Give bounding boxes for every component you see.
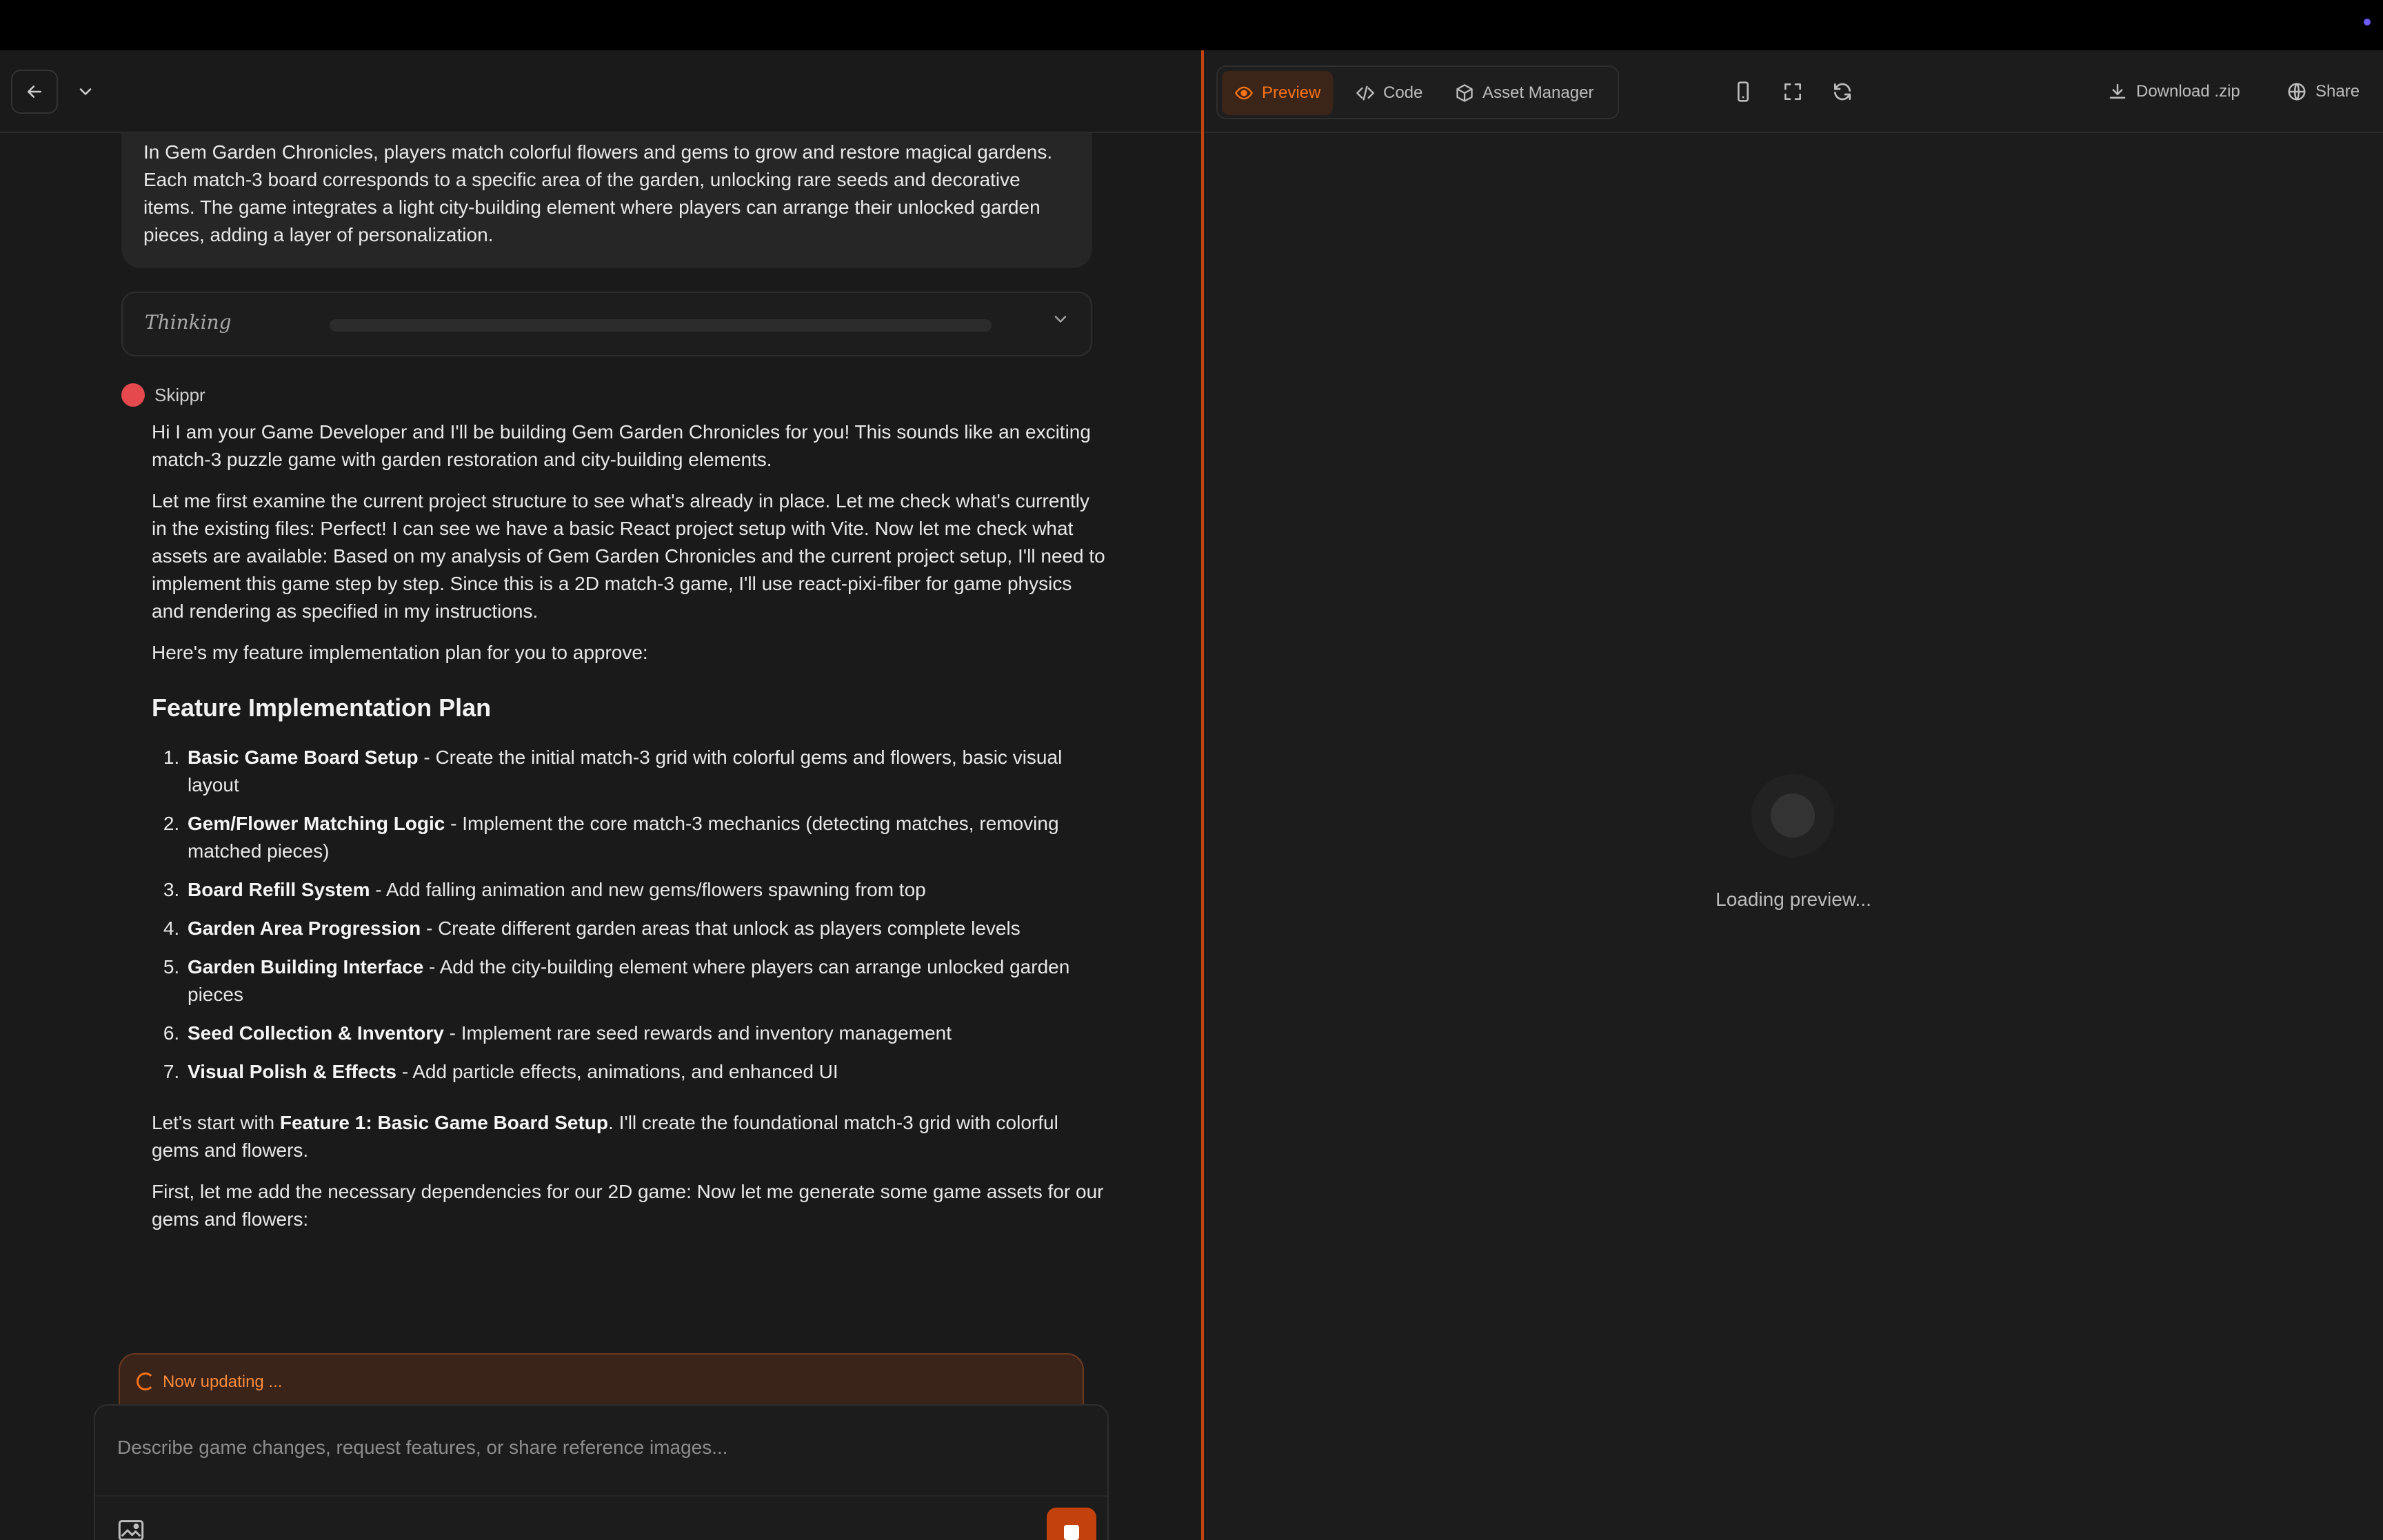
list-item: Visual Polish & Effects - Add particle e… (185, 1058, 1107, 1086)
view-tabs: Preview Code Asset Manager (1216, 65, 1619, 119)
share-label: Share (2315, 82, 2360, 101)
preview-panel: Preview Code Asset Manager Download .zip (1204, 50, 2383, 1540)
share-button[interactable]: Share (2286, 71, 2360, 112)
list-item: Board Refill System - Add falling animat… (185, 876, 1107, 904)
plan-item-desc: - Add particle effects, animations, and … (396, 1061, 838, 1082)
fullscreen-button[interactable] (1782, 81, 1804, 103)
chevron-down-icon (1051, 310, 1070, 334)
back-button[interactable] (11, 70, 58, 114)
assistant-message: Skippr Hi I am your Game Developer and I… (121, 381, 1107, 1247)
tab-asset-manager[interactable]: Asset Manager (1442, 71, 1606, 115)
plan-intro: Here's my feature implementation plan fo… (152, 642, 648, 663)
mobile-view-button[interactable] (1732, 81, 1754, 103)
user-message: In Gem Garden Chronicles, players match … (121, 133, 1092, 268)
list-item: Garden Area Progression - Create differe… (185, 915, 1107, 942)
image-icon (118, 1520, 144, 1540)
list-item: Seed Collection & Inventory - Implement … (185, 1020, 1107, 1047)
list-item: Garden Building Interface - Add the city… (185, 953, 1107, 1009)
plan-heading: Feature Implementation Plan (152, 693, 492, 722)
refresh-icon (1834, 83, 1851, 101)
refresh-button[interactable] (1831, 81, 1853, 103)
start-pre: Let's start with (152, 1112, 280, 1133)
os-top-bar (0, 0, 2383, 50)
tab-preview-label: Preview (1262, 83, 1321, 102)
thinking-preview-blurred (330, 319, 992, 332)
tab-code-label: Code (1383, 83, 1423, 102)
download-icon (2109, 83, 2126, 99)
loading-spinner-core (1771, 793, 1815, 838)
plan-item-title: Basic Game Board Setup (188, 747, 419, 768)
plan-item-title: Garden Area Progression (188, 918, 421, 939)
assistant-author: Skippr (121, 381, 1107, 409)
attach-image-button[interactable] (117, 1519, 145, 1540)
list-item: Gem/Flower Matching Logic - Implement th… (185, 810, 1107, 865)
tab-code[interactable]: Code (1343, 71, 1435, 115)
plan-list: Basic Game Board Setup - Create the init… (185, 744, 1107, 1086)
stop-generation-button[interactable] (1047, 1508, 1096, 1540)
chevron-down-icon (79, 88, 92, 95)
tab-preview[interactable]: Preview (1222, 71, 1334, 115)
start-feature-text: Let's start with Feature 1: Basic Game B… (152, 1109, 1107, 1164)
list-item: Basic Game Board Setup - Create the init… (185, 744, 1107, 799)
start-feature-bold: Feature 1: Basic Game Board Setup (279, 1112, 609, 1133)
plan-item-title: Garden Building Interface (188, 956, 424, 977)
plan-item-title: Board Refill System (188, 879, 370, 900)
plan-item-desc: - Add falling animation and new gems/flo… (370, 879, 926, 900)
download-label: Download .zip (2136, 82, 2240, 101)
plan-item-title: Seed Collection & Inventory (188, 1022, 444, 1044)
updating-status-bar: Now updating ... (119, 1353, 1084, 1411)
spinner-icon (137, 1372, 154, 1390)
status-dot-icon (2364, 19, 2371, 26)
dependencies-text: First, let me add the necessary dependen… (152, 1181, 1104, 1230)
assistant-name: Skippr (154, 384, 205, 405)
tab-asset-manager-label: Asset Manager (1482, 83, 1594, 102)
thinking-collapsible[interactable]: Thinking (121, 292, 1092, 356)
cube-icon (1456, 84, 1473, 102)
chat-header (0, 50, 1201, 133)
composer-divider (95, 1495, 1107, 1497)
code-icon (1356, 85, 1374, 101)
chat-panel: In Gem Garden Chronicles, players match … (0, 50, 1201, 1540)
download-zip-button[interactable]: Download .zip (2107, 71, 2240, 112)
phone-icon (1738, 81, 1749, 102)
plan-item-desc: - Implement rare seed rewards and invent… (443, 1022, 952, 1044)
globe-icon (2288, 83, 2306, 101)
assistant-message-body: Hi I am your Game Developer and I'll be … (152, 418, 1107, 1233)
eye-icon (1235, 86, 1253, 100)
assistant-analysis: Let me first examine the current project… (152, 490, 1105, 622)
loading-spinner-icon (1751, 774, 1834, 857)
plan-item-title: Visual Polish & Effects (188, 1061, 396, 1082)
message-input[interactable] (117, 1430, 1083, 1465)
arrow-left-icon (28, 85, 41, 98)
plan-item-title: Gem/Flower Matching Logic (188, 813, 445, 834)
project-dropdown-button[interactable] (72, 74, 99, 110)
preview-header: Preview Code Asset Manager Download .zip (1204, 50, 2383, 133)
assistant-intro: Hi I am your Game Developer and I'll be … (152, 421, 1091, 470)
loading-preview-text: Loading preview... (1716, 889, 1871, 910)
plan-item-desc: - Create different garden areas that unl… (421, 918, 1020, 939)
expand-icon (1784, 83, 1801, 100)
updating-status-text: Now updating ... (163, 1372, 283, 1391)
thinking-label: Thinking (145, 311, 232, 334)
avatar (121, 383, 145, 407)
message-composer (94, 1404, 1109, 1540)
stop-icon (1064, 1525, 1079, 1540)
chat-scroll-area[interactable]: In Gem Garden Chronicles, players match … (0, 133, 1201, 1305)
